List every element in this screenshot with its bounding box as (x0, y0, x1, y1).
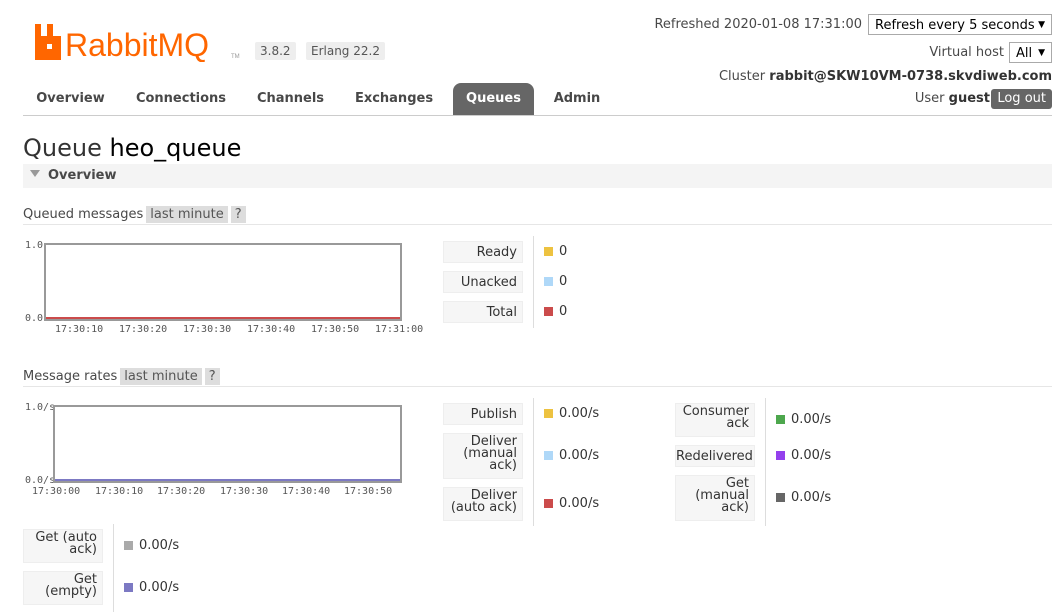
divider (23, 386, 1052, 387)
rabbit-logo-icon: RabbitMQ TM (35, 24, 240, 63)
erlang-badge: Erlang 22.2 (306, 42, 385, 60)
x-tick-label: 17:30:10 (55, 324, 104, 335)
legend-label-deliver-manual: Deliver (manual ack) (443, 433, 523, 479)
divider (765, 398, 766, 526)
x-tick-label: 17:31:00 (375, 324, 424, 335)
x-tick-label: 17:30:50 (311, 324, 360, 335)
get-auto-rate: 0.00/s (139, 538, 180, 553)
x-tick-label: 17:30:40 (247, 324, 296, 335)
get-auto-color-swatch[interactable] (124, 541, 133, 550)
x-tick-label: 17:30:20 (119, 324, 168, 335)
queued-messages-title: Queued messages (23, 207, 144, 222)
deliver-auto-color-swatch[interactable] (544, 499, 553, 508)
version-badge: 3.8.2 (255, 42, 296, 60)
legend-label-ready: Ready (443, 241, 523, 263)
legend-label-redelivered: Redelivered (675, 445, 755, 467)
refreshed-timestamp: Refreshed 2020-01-08 17:31:00 (654, 17, 862, 32)
rates-y-min-label: 0.0/s (25, 475, 56, 486)
message-rates-chart (53, 405, 402, 483)
tab-overview[interactable]: Overview (23, 83, 118, 115)
rabbitmq-logo: RabbitMQ TM (33, 22, 243, 63)
tab-exchanges[interactable]: Exchanges (345, 83, 443, 115)
x-tick-label: 17:30:30 (220, 486, 269, 497)
dropdown-arrow-icon: ▼ (1038, 48, 1045, 58)
tab-channels[interactable]: Channels (248, 83, 333, 115)
get-empty-rate: 0.00/s (139, 580, 180, 595)
total-value: 0 (559, 304, 568, 319)
deliver-auto-rate: 0.00/s (559, 496, 600, 511)
queue-name: heo_queue (109, 134, 242, 162)
rates-y-max-label: 1.0/s (25, 402, 56, 413)
publish-rate: 0.00/s (559, 406, 600, 421)
tab-admin[interactable]: Admin (544, 83, 610, 115)
get-empty-color-swatch[interactable] (124, 583, 133, 592)
section-title: Overview (48, 168, 117, 183)
unacked-color-swatch[interactable] (544, 277, 553, 286)
deliver-manual-color-swatch[interactable] (544, 451, 553, 460)
logo-tm: TM (231, 54, 240, 60)
redelivered-color-swatch[interactable] (776, 451, 785, 460)
divider (533, 398, 534, 526)
consumer-ack-color-swatch[interactable] (776, 415, 785, 424)
page-title-prefix: Queue (23, 134, 102, 162)
logo-text: RabbitMQ (65, 27, 209, 62)
cluster-name: rabbit@SKW10VM-0738.skvdiweb.com (769, 69, 1052, 84)
overview-section-toggle[interactable]: Overview (23, 164, 1052, 188)
legend-label-unacked: Unacked (443, 271, 523, 293)
legend-label-publish: Publish (443, 403, 523, 425)
queued-y-max-label: 1.0 (25, 240, 44, 251)
x-tick-label: 17:30:00 (32, 486, 81, 497)
publish-color-swatch[interactable] (544, 409, 553, 418)
queued-y-min-label: 0.0 (25, 313, 44, 324)
ready-value: 0 (559, 244, 568, 259)
queued-messages-chart (44, 243, 402, 321)
message-rates-title: Message rates (23, 369, 118, 384)
refresh-interval-value: Refresh every 5 seconds (875, 18, 1035, 33)
queued-range-select[interactable]: last minute (146, 206, 228, 223)
legend-label-get-auto: Get (auto ack) (23, 529, 103, 563)
divider (533, 236, 534, 328)
legend-label-get-empty: Get (empty) (23, 571, 103, 605)
x-tick-label: 17:30:10 (95, 486, 144, 497)
x-tick-label: 17:30:30 (183, 324, 232, 335)
queued-messages-heading: Queued messages last minute? (23, 206, 246, 223)
main-tabs: Overview Connections Channels Exchanges … (23, 83, 1052, 116)
virtual-host-label: Virtual host (929, 45, 1004, 60)
consumer-ack-rate: 0.00/s (791, 412, 832, 427)
message-rates-heading: Message rates last minute? (23, 368, 220, 385)
unacked-value: 0 (559, 274, 568, 289)
get-manual-rate: 0.00/s (791, 490, 832, 505)
divider (23, 224, 1052, 225)
cluster-label: Cluster (718, 69, 766, 84)
redelivered-rate: 0.00/s (791, 448, 832, 463)
rates-series-line (55, 479, 400, 481)
x-tick-label: 17:30:20 (157, 486, 206, 497)
virtual-host-value: All (1016, 46, 1033, 61)
total-series-line (46, 317, 400, 319)
queued-help-button[interactable]: ? (230, 206, 246, 223)
legend-label-deliver-auto: Deliver (auto ack) (443, 487, 523, 521)
divider (113, 524, 114, 612)
tab-connections[interactable]: Connections (123, 83, 239, 115)
legend-label-total: Total (443, 301, 523, 323)
page-title: Queue heo_queue (23, 134, 241, 162)
rates-help-button[interactable]: ? (204, 368, 220, 385)
tab-queues[interactable]: Queues (453, 83, 534, 115)
x-tick-label: 17:30:50 (344, 486, 393, 497)
refresh-interval-select[interactable]: Refresh every 5 seconds ▼ (868, 14, 1052, 35)
x-tick-label: 17:30:40 (282, 486, 331, 497)
cluster-info: Cluster rabbit@SKW10VM-0738.skvdiweb.com (719, 69, 1052, 84)
deliver-manual-rate: 0.00/s (559, 448, 600, 463)
legend-label-get-manual: Get (manual ack) (675, 475, 755, 521)
rates-range-select[interactable]: last minute (120, 368, 202, 385)
legend-label-consumer-ack: Consumer ack (675, 403, 755, 437)
ready-color-swatch[interactable] (544, 247, 553, 256)
get-manual-color-swatch[interactable] (776, 493, 785, 502)
total-color-swatch[interactable] (544, 307, 553, 316)
virtual-host-select[interactable]: All ▼ (1009, 42, 1052, 63)
collapse-triangle-icon (30, 170, 40, 177)
dropdown-arrow-icon: ▼ (1038, 20, 1045, 30)
